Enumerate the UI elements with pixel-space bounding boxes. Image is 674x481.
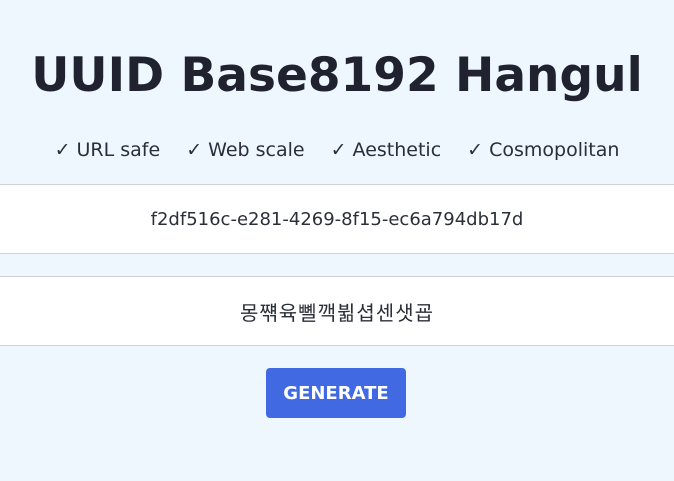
- uuid-field[interactable]: f2df516c-e281-4269-8f15-ec6a794db17d: [0, 184, 674, 254]
- hangul-field[interactable]: 몽쨲육뼬깩뷞셥센샛굡: [0, 276, 674, 346]
- feature-aesthetic: ✓ Aesthetic: [330, 139, 442, 161]
- generate-button[interactable]: GENERATE: [266, 368, 406, 418]
- feature-url-safe: ✓ URL safe: [54, 139, 161, 161]
- page-title: UUID Base8192 Hangul: [31, 48, 643, 103]
- feature-web-scale: ✓ Web scale: [186, 139, 305, 161]
- feature-cosmopolitan: ✓ Cosmopolitan: [467, 139, 620, 161]
- feature-list: ✓ URL safe ✓ Web scale ✓ Aesthetic ✓ Cos…: [0, 137, 674, 163]
